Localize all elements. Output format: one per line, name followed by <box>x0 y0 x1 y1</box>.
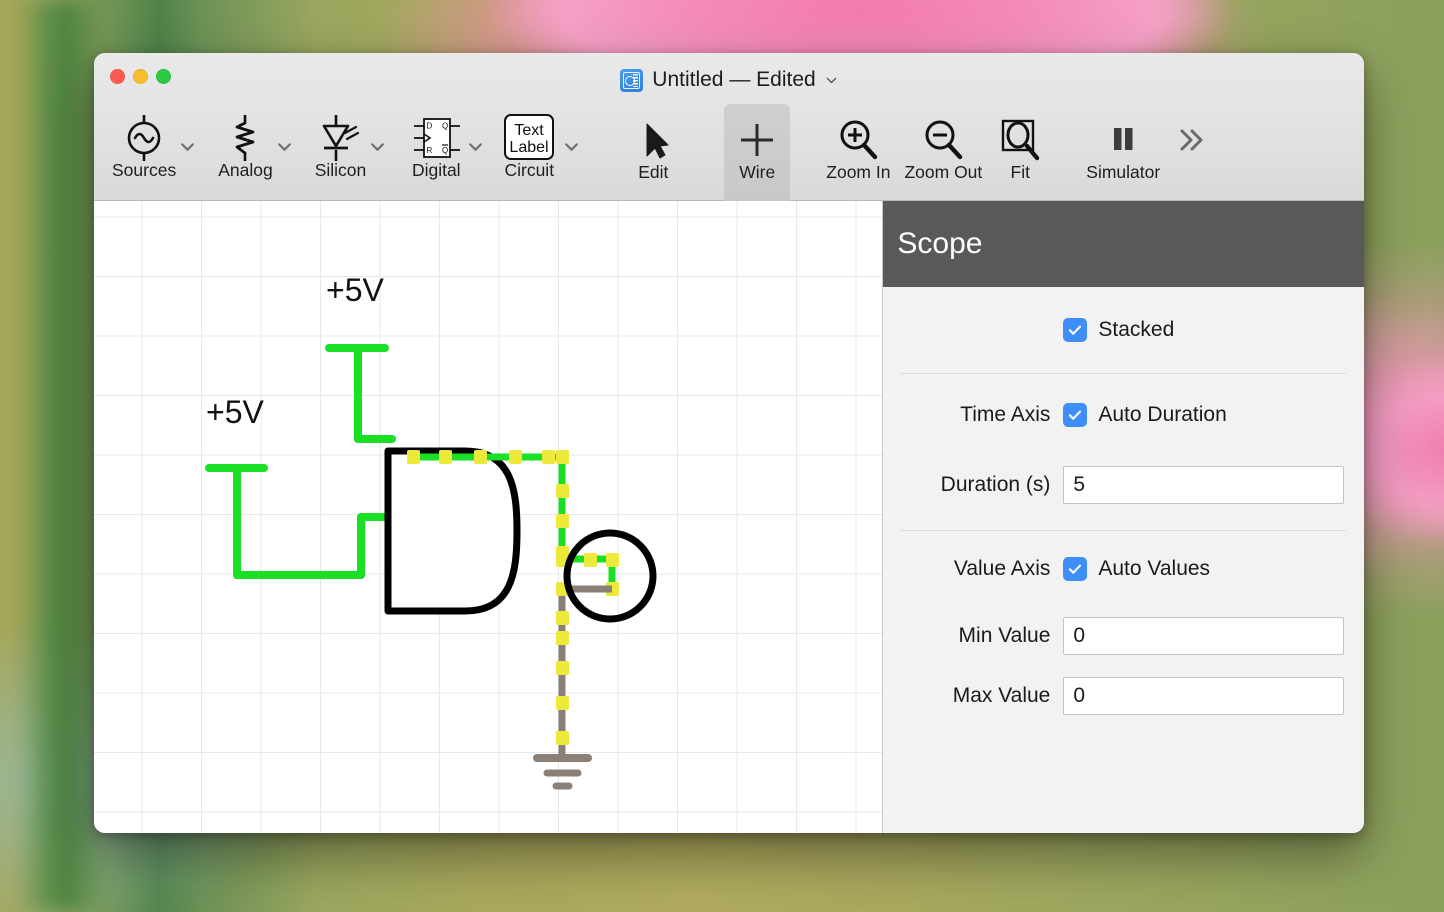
toolbar-label-wire: Wire <box>739 162 776 182</box>
svg-text:D: D <box>427 122 433 131</box>
toolbar-item-zoom-in[interactable]: Zoom In <box>826 106 890 204</box>
minimize-button[interactable] <box>133 69 148 84</box>
toolbar-item-sources[interactable]: Sources <box>112 104 176 202</box>
max-value-label: Max Value <box>952 684 1051 707</box>
toolbar-label-silicon: Silicon <box>314 160 367 180</box>
auto-duration-checkbox-group[interactable]: Auto Duration <box>1063 403 1227 427</box>
auto-duration-label: Auto Duration <box>1098 403 1227 426</box>
window-title: Untitled — Edited <box>652 68 816 91</box>
toolbar-item-silicon[interactable]: Silicon <box>314 104 367 202</box>
circuit-app-icon <box>620 68 644 92</box>
text-label-icon-line2: Label <box>510 139 549 156</box>
duration-row: Duration (s) 5 <box>883 456 1364 514</box>
text-label-icon: Text Label <box>498 112 560 164</box>
ground-symbol[interactable] <box>533 754 592 790</box>
pause-icon <box>1105 114 1141 166</box>
chevron-down-icon[interactable] <box>467 138 484 155</box>
toolbar-item-circuit[interactable]: Text Label Circuit <box>498 104 560 202</box>
chevron-down-icon[interactable] <box>276 138 293 155</box>
value-axis-row: Value Axis Auto Values <box>883 531 1364 607</box>
min-value-input[interactable]: 0 <box>1063 617 1344 655</box>
window-chrome: Untitled — Edited Sources Analog Silicon… <box>94 53 1364 210</box>
duration-label: Duration (s) <box>940 473 1051 496</box>
ac-source-icon <box>121 112 167 164</box>
time-axis-label: Time Axis <box>960 403 1051 426</box>
schematic-canvas[interactable]: +5V +5V <box>94 201 883 833</box>
toolbar-label-circuit: Circuit <box>504 160 555 180</box>
toolbar-label-analog: Analog <box>218 160 273 180</box>
auto-values-label: Auto Values <box>1098 557 1211 580</box>
checkmark-icon <box>1069 410 1082 420</box>
chevron-down-icon[interactable] <box>179 138 196 155</box>
duration-input[interactable]: 5 <box>1063 466 1344 504</box>
auto-values-checkbox[interactable] <box>1063 557 1088 581</box>
app-window: Untitled — Edited Sources Analog Silicon… <box>94 53 1364 833</box>
svg-text:R: R <box>427 146 433 155</box>
flip-flop-icon: D R Q Q <box>408 112 464 164</box>
traffic-light-buttons[interactable] <box>110 69 171 84</box>
led-icon <box>318 112 362 164</box>
toolbar-item-edit[interactable]: Edit <box>622 106 684 204</box>
magnifier-plus-icon <box>835 114 881 166</box>
chevron-double-right-icon <box>1174 114 1206 166</box>
zoom-button[interactable] <box>156 69 171 84</box>
checkmark-icon <box>1069 564 1082 574</box>
supply-rail-left[interactable] <box>205 464 396 579</box>
svg-text:Q: Q <box>442 122 448 131</box>
text-label-icon-line1: Text <box>515 122 545 139</box>
stacked-row: Stacked <box>883 287 1364 373</box>
min-value-row: Min Value 0 <box>883 607 1364 665</box>
max-value-row: Max Value 0 <box>883 665 1364 727</box>
toolbar-item-fit[interactable]: Fit <box>996 106 1044 204</box>
chevron-down-icon[interactable] <box>369 138 386 155</box>
fit-magnifier-icon <box>996 114 1044 166</box>
window-content: +5V +5V Scope Stacked Time Axis Auto Dur… <box>94 201 1364 833</box>
toolbar-overflow-button[interactable] <box>1174 106 1206 204</box>
toolbar-label-digital: Digital <box>411 160 461 180</box>
toolbar-item-analog[interactable]: Analog <box>218 104 273 202</box>
toolbar-item-simulator[interactable]: Simulator <box>1086 106 1160 204</box>
toolbar-item-zoom-out[interactable]: Zoom Out <box>904 106 982 204</box>
max-value-input[interactable]: 0 <box>1063 677 1344 715</box>
label-plus5v-left: +5V <box>206 394 264 430</box>
scope-inspector-panel: Scope Stacked Time Axis Auto Duration Du… <box>882 201 1364 833</box>
supply-rail-top[interactable] <box>325 344 396 443</box>
auto-duration-checkbox[interactable] <box>1063 403 1088 427</box>
toolbar-label-sources: Sources <box>112 160 177 180</box>
value-axis-label: Value Axis <box>953 557 1051 580</box>
and-gate-symbol[interactable] <box>384 447 521 615</box>
min-value-label: Min Value <box>958 624 1051 647</box>
label-plus5v-top: +5V <box>326 272 384 308</box>
auto-values-checkbox-group[interactable]: Auto Values <box>1063 557 1210 581</box>
title-bar: Untitled — Edited <box>94 65 1364 95</box>
cursor-arrow-icon <box>636 114 670 166</box>
toolbar-item-digital[interactable]: D R Q Q Digital <box>408 104 464 202</box>
scope-panel-header: Scope <box>883 201 1364 287</box>
toolbar-label-zoom-in: Zoom In <box>826 162 891 182</box>
stacked-label: Stacked <box>1098 318 1175 341</box>
scope-panel-title: Scope <box>897 227 983 260</box>
plus-icon <box>737 114 777 166</box>
toolbar-item-wire[interactable]: Wire <box>724 104 791 210</box>
magnifier-minus-icon <box>920 114 966 166</box>
main-toolbar: Sources Analog Silicon D R Q Q Digital T… <box>94 104 1364 210</box>
time-axis-row: Time Axis Auto Duration <box>883 374 1364 456</box>
toolbar-label-fit: Fit <box>1010 162 1030 182</box>
close-button[interactable] <box>110 69 125 84</box>
svg-text:Q: Q <box>442 146 448 155</box>
resistor-icon <box>228 112 262 164</box>
checkmark-icon <box>1069 325 1082 335</box>
chevron-down-icon[interactable] <box>825 74 838 87</box>
toolbar-label-simulator: Simulator <box>1086 162 1161 182</box>
toolbar-label-edit: Edit <box>638 162 669 182</box>
stacked-checkbox[interactable] <box>1063 318 1088 342</box>
toolbar-label-zoom-out: Zoom Out <box>904 162 983 182</box>
chevron-down-icon[interactable] <box>563 138 580 155</box>
stacked-checkbox-group[interactable]: Stacked <box>1063 318 1174 342</box>
